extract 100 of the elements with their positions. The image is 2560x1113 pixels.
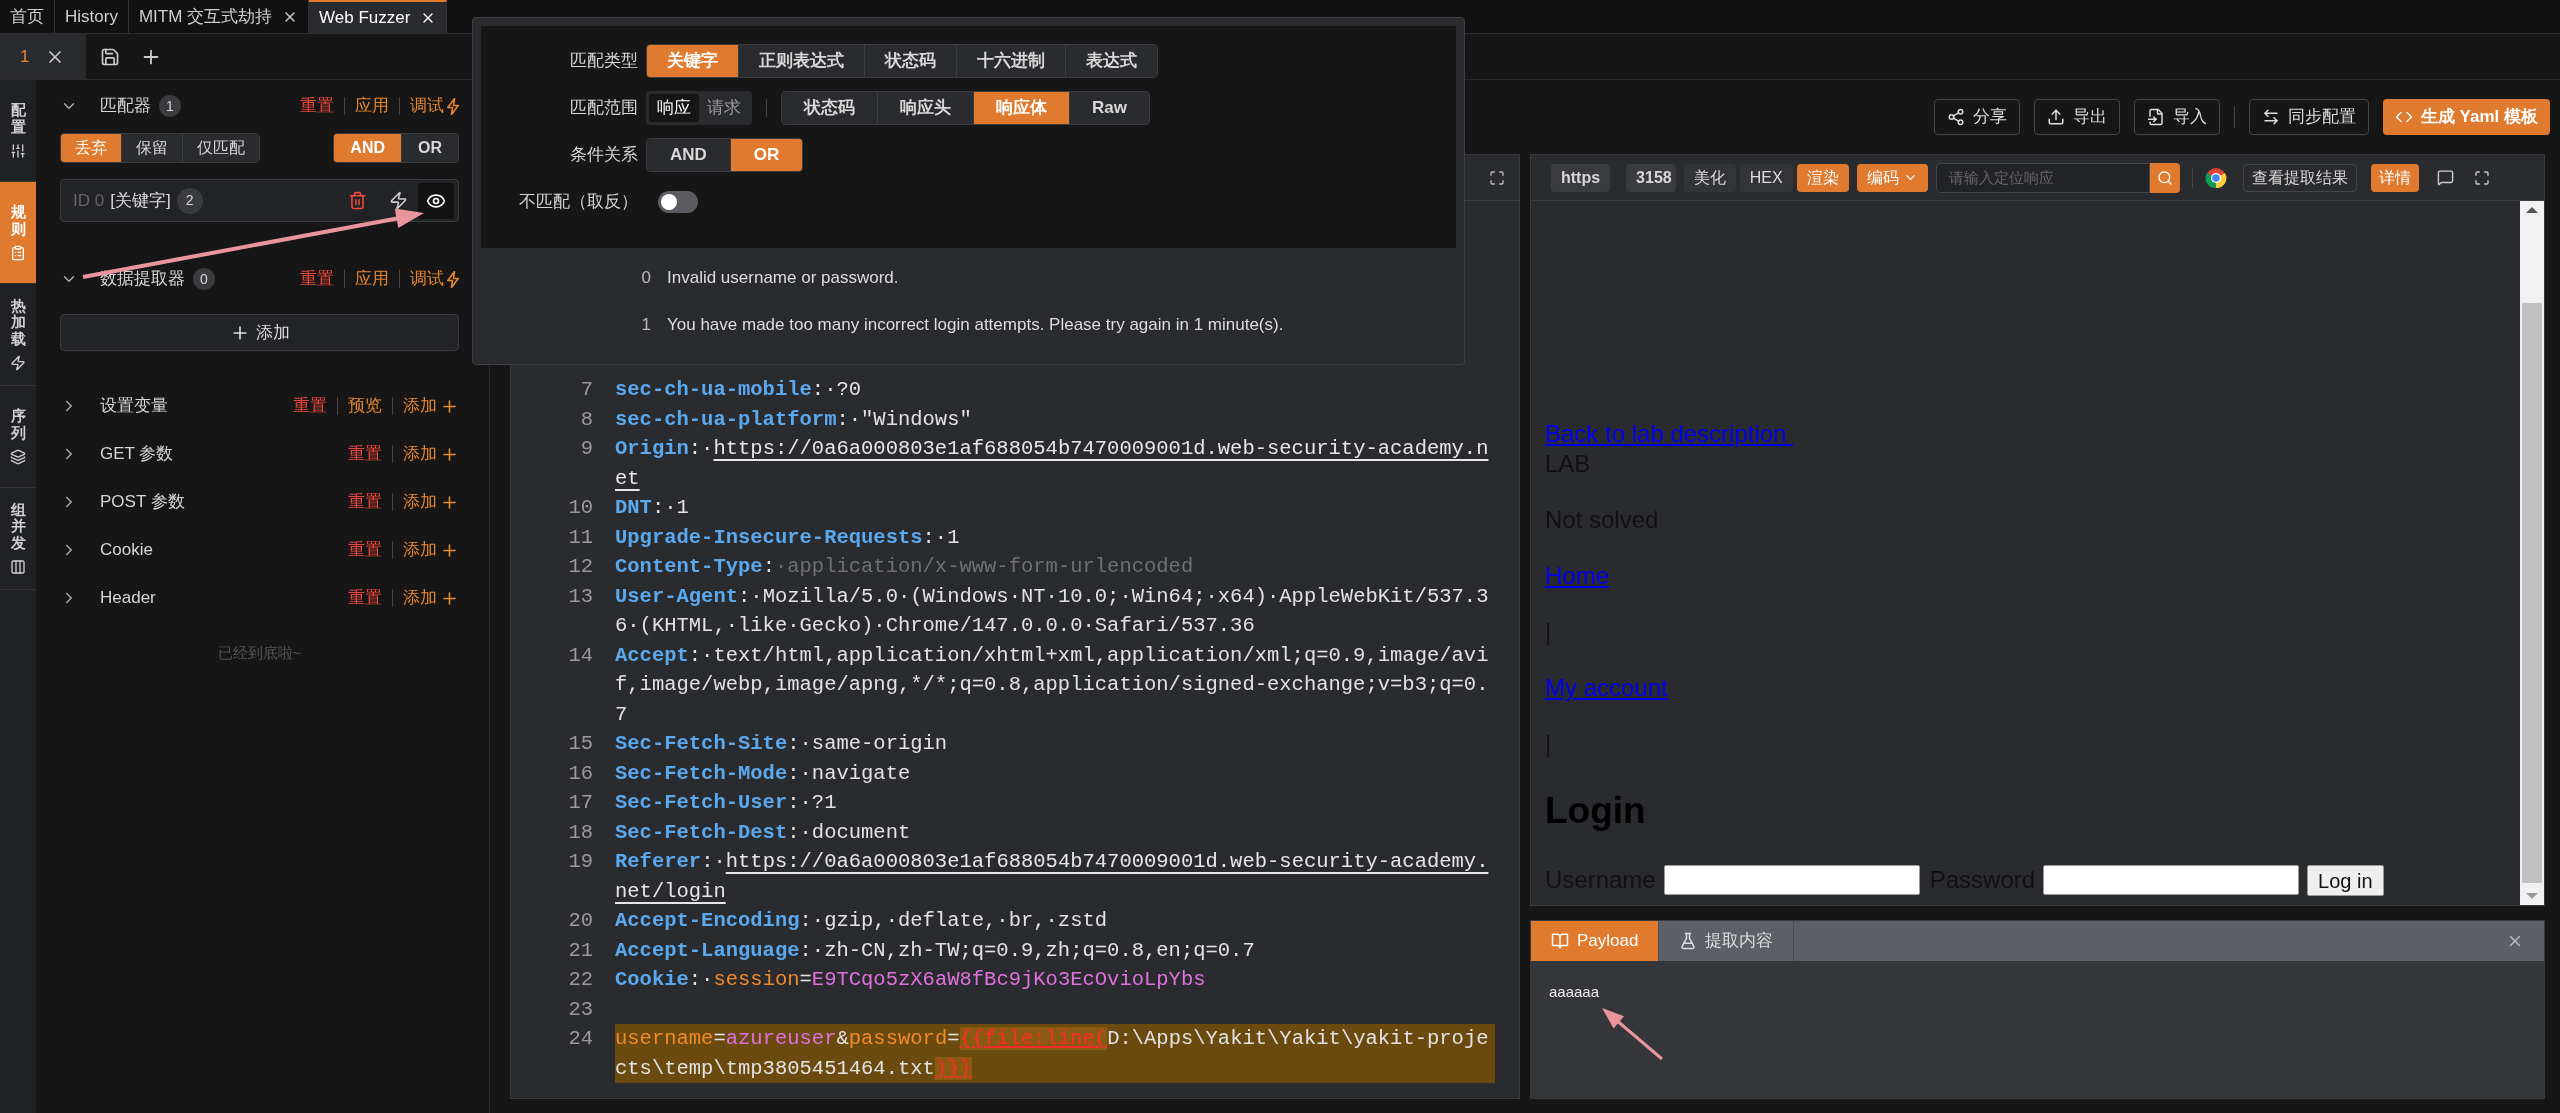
end-note: 已经到底啦~ [217,643,302,663]
action-link[interactable]: 重置 [348,489,382,515]
toolbar-button[interactable]: 同步配置 [2248,99,2369,135]
scope-option[interactable]: 响应头 [877,92,973,124]
view-mode-option[interactable]: HEX [1739,163,1793,192]
swap-arrows-icon [2261,108,2280,126]
search-field[interactable]: 请输入定位响应 [1935,162,2150,193]
toolbar-button[interactable]: 导出 [2033,99,2120,135]
condition-option[interactable]: AND [647,139,730,171]
username-field[interactable] [1663,865,1920,895]
count-badge: 0 [193,268,215,290]
action-link[interactable]: 重置 [348,585,382,611]
code-line: Sec-Fetch-Dest:·document [615,819,912,846]
field-label: 匹配类型 [569,50,639,73]
login-button[interactable]: Log in [2307,864,2384,896]
action-link[interactable]: 调试 [410,266,459,292]
side-nav-tab[interactable]: 组并发 [0,488,36,590]
expand-icon[interactable] [1489,169,1505,186]
action-link[interactable]: 预览 [348,393,382,419]
toolbar-button[interactable]: 分享 [1933,99,2020,135]
line-number: 18 [567,819,593,846]
action-link[interactable]: 添加 [403,537,459,563]
action-link[interactable]: 应用 [355,93,389,119]
view-extract-button[interactable]: 查看提取结果 [2242,163,2357,192]
sub-tab-label[interactable]: 1 [20,43,30,70]
password-field[interactable] [2043,865,2300,895]
upload-icon [2046,108,2065,126]
action-link[interactable]: 应用 [355,266,389,292]
toggle-switch[interactable] [658,191,698,213]
code-line: Cookie:·session=E9TCqo5zX6aW8fBc9jKo3EcOvioLpYbs [615,967,1207,993]
lightning-icon [447,270,459,288]
scope-option[interactable]: Raw [1069,92,1149,124]
action-link[interactable]: 添加 [403,585,459,611]
clipboard-icon [10,245,26,261]
action-link[interactable]: 重置 [348,537,382,563]
match-type-option[interactable]: 状态码 [864,45,956,77]
code-line: Upgrade-Insecure-Requests:·1 [615,524,961,551]
line-number: 14 [567,642,593,669]
page-tab[interactable]: History [55,0,129,33]
mode-option[interactable]: 仅匹配 [182,134,259,162]
browser-icon[interactable] [2204,166,2227,189]
scope-source-option[interactable]: 请求 [699,94,749,122]
action-link[interactable]: 重置 [300,266,334,292]
code-line: User-Agent:·Mozilla/5.0·(Windows·NT·10.0;·Win64;·x64)·AppleWebKit/537.36·(KHTML,·like·Gecko)·Chrome/147.0.0.0·Safari/537.36 [615,583,1490,639]
code-line: Content-Type:·application/x-www-form-urlencoded [615,554,1195,580]
search-button[interactable] [2149,162,2180,193]
annotation-arrow [1602,1008,1663,1061]
line-number: 17 [567,790,593,816]
scrollbar[interactable] [2520,201,2544,905]
mode-option[interactable]: 保留 [121,134,182,162]
action-link[interactable]: 调试 [410,93,459,119]
scope-source-option[interactable]: 响应 [649,94,699,122]
line-number: 7 [579,377,593,403]
toolbar-button[interactable]: 导入 [2133,99,2220,135]
action-link[interactable]: 重置 [293,393,327,419]
logic-option[interactable]: OR [401,134,458,162]
code-line: Accept-Encoding:·gzip,·deflate,·br,·zstd [615,908,1109,934]
action-link[interactable]: 重置 [348,441,382,467]
code-line: Accept-Language:·zh-CN,zh-TW;q=0.9,zh;q=0.8,en;q=0.7 [615,937,1256,964]
bottom-tab[interactable]: 提取内容 [1659,921,1795,961]
size-tag: 3158 [1626,163,1676,192]
keyword-text: You have made too many incorrect login attempts. Please try again in 1 minute(s). [667,313,1284,336]
keyword-text: Invalid username or password. [667,266,899,289]
line-number: 16 [567,760,593,787]
keyword-index: 0 [640,266,651,289]
stack-icon [10,449,26,465]
action-link[interactable]: 添加 [403,393,459,419]
save-icon[interactable] [100,46,120,67]
line-number: 20 [567,908,593,934]
count-badge: 1 [159,95,181,117]
lightning-icon[interactable] [389,191,408,210]
code-line: Referer:·https://0a6a000803e1af688054b7470009001d.web-security-academy.net/login [615,849,1490,905]
line-number: 22 [567,967,593,993]
action-link[interactable]: 重置 [300,93,334,119]
expand-icon[interactable] [2473,169,2490,186]
side-nav-tab[interactable]: 序列 [0,386,36,488]
view-mode-option[interactable]: 美化 [1683,163,1736,192]
delete-icon[interactable] [348,191,367,210]
match-type-option[interactable]: 正则表达式 [738,45,864,77]
columns-icon [10,559,26,576]
section-title: Cookie [100,539,153,562]
page-tab[interactable]: Web Fuzzer [309,0,448,33]
line-number: 21 [567,937,593,964]
code-line: sec-ch-ua-mobile:·?0 [615,377,863,403]
match-type-option[interactable]: 十六进制 [956,45,1065,77]
code-line: Sec-Fetch-Mode:·navigate [615,760,912,787]
line-number: 23 [567,996,593,1023]
page-text: | [1545,729,1552,759]
matcher-item[interactable]: ID 0 [关键字] 2 [60,179,459,222]
side-nav-tab[interactable]: 热加载 [0,284,36,386]
add-button[interactable]: 添加 [60,314,459,351]
action-link[interactable]: 添加 [403,441,459,467]
comment-icon[interactable] [2436,169,2454,186]
payload-text: aaaaaa [1549,982,1600,1002]
section-title: Header [100,587,156,610]
page-tab[interactable]: 首页 [0,0,55,33]
scope-option[interactable]: 状态码 [782,92,877,124]
action-link[interactable]: 添加 [403,489,459,515]
eye-button[interactable] [418,182,454,219]
match-type-option[interactable]: 表达式 [1065,45,1157,77]
